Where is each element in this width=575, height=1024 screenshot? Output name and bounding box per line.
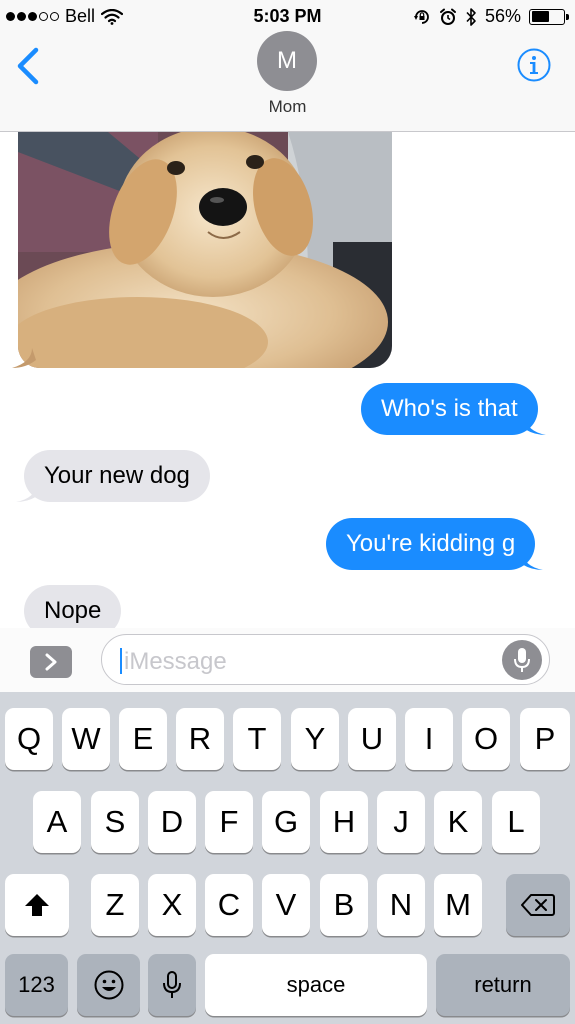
key-h[interactable]: H <box>320 791 368 853</box>
outgoing-message[interactable]: Who's is that <box>361 383 546 435</box>
contact-avatar[interactable]: M <box>257 31 317 91</box>
key-label: R <box>188 721 212 756</box>
message-text: Your new dog <box>44 462 190 489</box>
incoming-message[interactable]: Your new dog <box>16 450 210 502</box>
key-label: Y <box>304 721 326 756</box>
key-label: L <box>507 804 525 839</box>
key-i[interactable]: I <box>405 708 453 770</box>
key-u[interactable]: U <box>348 708 396 770</box>
key-n[interactable]: N <box>377 874 425 936</box>
bubble-tail-icon <box>12 348 36 368</box>
app-drawer-button[interactable] <box>30 646 72 678</box>
emoji-key[interactable] <box>77 954 140 1016</box>
key-a[interactable]: A <box>33 791 81 853</box>
key-c[interactable]: C <box>205 874 253 936</box>
dictation-key[interactable] <box>148 954 196 1016</box>
microphone-icon <box>163 971 181 998</box>
key-label: X <box>161 887 183 922</box>
orientation-lock-icon <box>413 9 429 24</box>
chevron-right-icon <box>45 653 57 671</box>
outgoing-message[interactable]: You're kidding g <box>326 518 544 570</box>
key-label: P <box>534 721 556 756</box>
key-label: H <box>332 804 356 839</box>
key-m[interactable]: M <box>434 874 482 936</box>
key-label: Z <box>105 887 125 922</box>
delete-key[interactable] <box>506 874 570 936</box>
dog-photo-image <box>18 132 392 368</box>
key-f[interactable]: F <box>205 791 253 853</box>
key-label: D <box>160 804 184 839</box>
key-k[interactable]: K <box>434 791 482 853</box>
shift-key[interactable] <box>5 874 69 936</box>
key-label: B <box>333 887 355 922</box>
bubble-tail-icon <box>525 417 546 435</box>
shift-arrow-icon <box>25 894 49 916</box>
space-key[interactable]: space <box>205 954 427 1016</box>
key-y[interactable]: Y <box>291 708 339 770</box>
key-e[interactable]: E <box>119 708 167 770</box>
message-input-bar: iMessage <box>0 628 575 692</box>
microphone-icon <box>514 648 530 672</box>
key-label: V <box>275 887 297 922</box>
incoming-photo-message[interactable] <box>12 132 392 368</box>
key-label: G <box>273 804 299 839</box>
key-label: I <box>424 721 434 756</box>
key-r[interactable]: R <box>176 708 224 770</box>
key-label: T <box>247 721 267 756</box>
key-o[interactable]: O <box>462 708 510 770</box>
imessage-input[interactable]: iMessage <box>101 634 550 685</box>
message-text: You're kidding g <box>346 530 516 557</box>
return-key[interactable]: return <box>436 954 570 1016</box>
key-label: J <box>393 804 409 839</box>
numbers-key[interactable]: 123 <box>5 954 68 1016</box>
message-text: Who's is that <box>381 395 518 422</box>
bubble-tail-icon <box>523 552 544 570</box>
key-label: 123 <box>18 972 55 997</box>
battery-icon <box>529 8 569 25</box>
emoji-smiley-icon <box>94 970 123 1000</box>
key-label: S <box>104 804 126 839</box>
key-g[interactable]: G <box>262 791 310 853</box>
battery-percent: 56% <box>484 6 521 26</box>
key-label: N <box>389 887 413 922</box>
key-j[interactable]: J <box>377 791 425 853</box>
key-label: K <box>447 804 469 839</box>
key-l[interactable]: L <box>492 791 540 853</box>
key-s[interactable]: S <box>91 791 139 853</box>
info-icon[interactable] <box>517 48 551 82</box>
backspace-icon <box>521 894 555 916</box>
key-v[interactable]: V <box>262 874 310 936</box>
key-label: O <box>473 721 499 756</box>
key-label: C <box>217 887 241 922</box>
message-text: Nope <box>44 597 102 624</box>
input-placeholder: iMessage <box>124 648 227 675</box>
key-label: space <box>286 972 346 997</box>
text-cursor <box>120 648 122 674</box>
key-p[interactable]: P <box>520 708 570 770</box>
key-label: M <box>445 887 471 922</box>
contact-name[interactable]: Mom <box>0 97 575 117</box>
key-t[interactable]: T <box>233 708 281 770</box>
status-bar: Bell 5:03 PM 56% <box>0 0 575 34</box>
back-chevron-icon[interactable] <box>14 46 44 86</box>
key-label: A <box>46 804 68 839</box>
key-label: W <box>71 721 101 756</box>
dictation-button[interactable] <box>502 640 542 680</box>
key-b[interactable]: B <box>320 874 368 936</box>
key-q[interactable]: Q <box>5 708 53 770</box>
bluetooth-icon <box>466 7 476 26</box>
key-label: F <box>219 804 239 839</box>
alarm-clock-icon <box>439 8 456 25</box>
key-label: return <box>474 972 532 997</box>
key-label: U <box>360 721 384 756</box>
avatar-initial: M <box>277 47 297 74</box>
key-z[interactable]: Z <box>91 874 139 936</box>
key-label: Q <box>16 721 42 756</box>
keyboard: Q W E R T Y U I O P A S D F G H J K L Z … <box>0 692 575 1024</box>
key-d[interactable]: D <box>148 791 196 853</box>
key-w[interactable]: W <box>62 708 110 770</box>
key-label: E <box>132 721 154 756</box>
bubble-tail-icon <box>16 484 36 502</box>
key-x[interactable]: X <box>148 874 196 936</box>
